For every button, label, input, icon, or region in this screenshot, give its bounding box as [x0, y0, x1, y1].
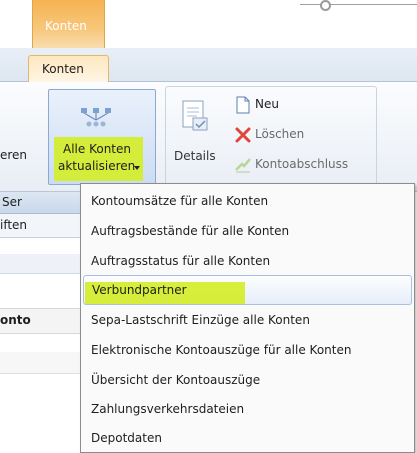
column-header-text: Ser: [2, 195, 22, 209]
details-button[interactable]: Details: [166, 87, 226, 187]
context-tab-header: Konten: [32, 0, 105, 48]
account-closure-button[interactable]: Kontoabschluss: [234, 155, 369, 177]
menu-item-depotdaten[interactable]: Depotdaten: [83, 424, 412, 453]
section-header-text: onto: [0, 313, 31, 327]
column-header-strip[interactable]: Ser: [0, 192, 80, 214]
window-circle-icon: [320, 0, 331, 11]
menu-item-elektronische-kontoauszuege[interactable]: Elektronische Kontoauszüge für alle Kont…: [83, 336, 412, 366]
update-all-label-line1: Alle Konten: [63, 142, 131, 156]
partial-button-label[interactable]: eren: [0, 148, 27, 162]
delete-label: Löschen: [255, 127, 305, 141]
menu-item-label: Depotdaten: [91, 431, 162, 445]
menu-item-zahlungsverkehrsdateien[interactable]: Zahlungsverkehrsdateien: [83, 395, 412, 425]
menu-item-label: Elektronische Kontoauszüge für alle Kont…: [91, 343, 352, 357]
tab-konten-label: Konten: [42, 62, 84, 76]
account-closure-icon: [235, 158, 251, 173]
filter-row[interactable]: iften: [0, 214, 80, 238]
list-row[interactable]: [0, 254, 80, 274]
menu-item-label: Auftragsbestände für alle Konten: [91, 224, 290, 238]
menu-item-auftragsstatus[interactable]: Auftragsstatus für alle Konten: [83, 247, 412, 277]
ribbon-tab-row: Konten: [0, 48, 417, 83]
section-header: onto: [0, 308, 80, 334]
menu-item-label: Zahlungsverkehrsdateien: [91, 402, 245, 416]
dropdown-arrow-icon: [134, 166, 140, 170]
new-account-button[interactable]: Neu: [234, 95, 294, 117]
title-divider: [300, 4, 417, 5]
filter-row-text: iften: [0, 218, 28, 232]
menu-item-verbundpartner[interactable]: Verbundpartner: [83, 275, 412, 305]
menu-item-kontoumsaetze[interactable]: Kontoumsätze für alle Konten: [83, 187, 412, 217]
menu-item-auftragsbestaende[interactable]: Auftragsbestände für alle Konten: [83, 217, 412, 247]
menu-item-label: Sepa-Lastschrift Einzüge alle Konten: [91, 313, 310, 327]
title-bar: Konten: [0, 0, 417, 48]
details-label: Details: [174, 149, 216, 163]
account-actions-group: Details Neu Löschen Kontoabschluss: [165, 86, 377, 190]
update-all-accounts-button[interactable]: Alle Konten aktualisieren: [48, 89, 156, 185]
list-row[interactable]: [0, 352, 80, 374]
account-closure-label: Kontoabschluss: [255, 157, 349, 171]
tab-konten[interactable]: Konten: [28, 55, 109, 83]
background-content: Ser iften onto: [0, 192, 80, 453]
menu-item-label: Auftragsstatus für alle Konten: [91, 254, 271, 268]
menu-item-label: Verbundpartner: [92, 283, 187, 297]
menu-item-uebersicht-kontoauszuege[interactable]: Übersicht der Kontoauszüge: [83, 366, 412, 396]
menu-item-label: Übersicht der Kontoauszüge: [91, 373, 261, 387]
network-refresh-icon: [81, 108, 111, 127]
delete-account-button[interactable]: Löschen: [234, 125, 314, 147]
menu-item-label: Kontoumsätze für alle Konten: [91, 194, 269, 208]
update-dropdown-menu: Kontoumsätze für alle Konten Auftragsbes…: [80, 183, 415, 453]
new-label: Neu: [255, 97, 279, 111]
menu-item-sepa-lastschrift[interactable]: Sepa-Lastschrift Einzüge alle Konten: [83, 306, 412, 336]
delete-x-icon: [235, 127, 251, 143]
update-all-label-line2: aktualisieren: [58, 159, 136, 173]
ribbon-panel: eren Alle Konten aktualisieren Details N…: [0, 82, 417, 192]
details-icon: [182, 100, 208, 131]
new-document-icon: [236, 96, 250, 114]
context-tab-label: Konten: [45, 19, 87, 33]
